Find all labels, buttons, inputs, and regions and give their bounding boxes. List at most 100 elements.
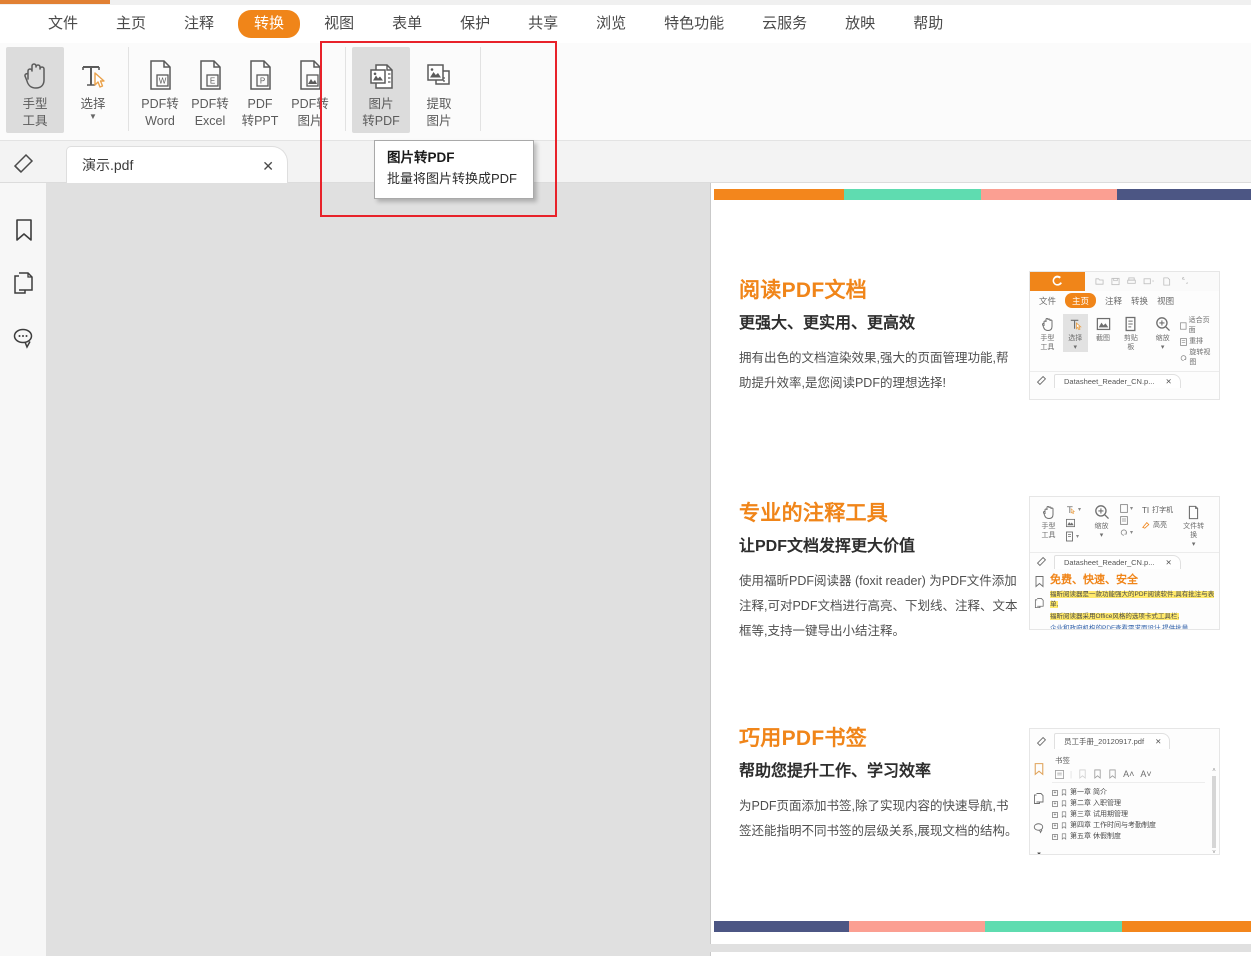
chevron-down-icon[interactable]: ▾ <box>1192 540 1196 549</box>
tooltip-image-to-pdf: 图片转PDF 批量将图片转换成PDF <box>374 140 534 199</box>
chevron-down-icon[interactable]: ▾ <box>1073 343 1077 352</box>
mini-menu-file[interactable]: 文件 <box>1039 295 1056 307</box>
bookmark-item[interactable]: + 第四章 工作时间与考勤制度 <box>1052 820 1205 831</box>
menu-tab-share[interactable]: 共享 <box>514 10 572 38</box>
zoom-in-icon <box>1094 502 1110 522</box>
mini-document-tab[interactable]: Datasheet_Reader_CN.p... ✕ <box>1054 374 1181 388</box>
mini-document-tab[interactable]: 员工手册_20120917.pdf ✕ <box>1054 733 1170 749</box>
mini-zoom-tool[interactable]: 缩放 ▾ <box>1088 502 1115 540</box>
mini-clipboard-row[interactable]: ▾ <box>1065 531 1081 542</box>
mini-bookmark-body: ▾ 书签 | A˄ A˅ <box>1030 750 1219 855</box>
pdf-to-excel-button[interactable]: E PDF转 Excel <box>185 47 235 133</box>
mini-rotate-view-option[interactable]: 旋转视图 <box>1180 348 1215 368</box>
close-icon[interactable]: ✕ <box>1165 558 1171 567</box>
mini-menu-comment[interactable]: 注释 <box>1105 295 1122 307</box>
mini-snapshot-tool[interactable]: 截图 <box>1091 314 1116 343</box>
bookmark-icon <box>1034 575 1045 588</box>
mini-menu-view[interactable]: 视图 <box>1157 295 1174 307</box>
mini-reflow-option[interactable]: 重排 <box>1180 337 1215 347</box>
mini-ribbon: 手型 工具 选择 ▾ 截图 <box>1030 310 1219 371</box>
bookmark-scrollbar[interactable]: ˄ ˅ <box>1209 750 1219 855</box>
foxit-logo-icon <box>1051 275 1064 288</box>
chevron-down-icon[interactable]: ▾ <box>1161 343 1165 352</box>
clipboard-icon <box>1124 314 1137 334</box>
menu-tab-help[interactable]: 帮助 <box>899 10 957 38</box>
bookmark-item[interactable]: + 第三章 试用期管理 <box>1052 809 1205 820</box>
sidebar-item-comment[interactable] <box>0 311 47 365</box>
mini-snapshot-row[interactable] <box>1065 518 1081 528</box>
mini-highlight-tool[interactable]: 高亮 <box>1142 520 1173 530</box>
pdf-page-2 <box>710 952 1251 956</box>
rotate-view-icon <box>1120 528 1128 537</box>
mini-menu-convert[interactable]: 转换 <box>1131 295 1148 307</box>
close-icon[interactable]: ✕ <box>1155 737 1161 746</box>
menu-tab-cloud[interactable]: 云服务 <box>748 10 821 38</box>
pencil-tool-icon[interactable] <box>10 150 38 174</box>
ribbon-divider-3 <box>480 47 481 131</box>
mini-file-convert-tool[interactable]: 文件转换 ▾ <box>1180 502 1207 549</box>
document-canvas[interactable]: 阅读PDF文档 更强大、更实用、更高效 拥有出色的文档渲染效果,强大的页面管理功… <box>47 183 1251 956</box>
mini-typewriter-tool[interactable]: TI 打字机 <box>1142 505 1173 515</box>
bookmark-icon <box>1061 800 1067 807</box>
sidebar-item-pages[interactable] <box>0 257 47 311</box>
mini-text-select-row[interactable]: ▾ <box>1065 504 1081 515</box>
mini-document-tab[interactable]: Datasheet_Reader_CN.p... ✕ <box>1054 555 1181 569</box>
mini-zoom-tool[interactable]: 缩放 ▾ <box>1150 314 1175 352</box>
pdf-to-image-button[interactable]: PDF转 图片 <box>285 47 335 133</box>
chevron-down-icon[interactable]: ▾ <box>1076 533 1079 540</box>
image-to-pdf-button[interactable]: 图片 转PDF <box>352 47 410 133</box>
menu-tab-form[interactable]: 表单 <box>378 10 436 38</box>
chevron-down-icon[interactable]: ▾ <box>1130 505 1133 512</box>
menu-tab-view[interactable]: 视图 <box>310 10 368 38</box>
mini-fit-page-row[interactable]: ▾ <box>1120 504 1133 513</box>
expand-icon[interactable]: + <box>1052 790 1058 796</box>
menu-tab-file[interactable]: 文件 <box>34 10 92 38</box>
menu-tab-features[interactable]: 特色功能 <box>650 10 738 38</box>
extract-image-button[interactable]: 提取 图片 <box>410 47 468 133</box>
pdf-to-word-button[interactable]: W PDF转 Word <box>135 47 185 133</box>
mini-menu-home[interactable]: 主页 <box>1065 293 1096 308</box>
hand-tool-button[interactable]: 手型 工具 <box>6 47 64 133</box>
mini-clipboard-tool[interactable]: 剪贴 板 <box>1118 314 1143 352</box>
pencil-tool-icon <box>1036 556 1047 567</box>
bookmark-item[interactable]: + 第二章 入职管理 <box>1052 798 1205 809</box>
close-icon[interactable]: ✕ <box>1165 377 1171 386</box>
mini-comment-ribbon: 手型 工具 ▾ <box>1030 497 1219 552</box>
expand-icon[interactable]: + <box>1052 823 1058 829</box>
menu-tab-comment[interactable]: 注释 <box>170 10 228 38</box>
page-viewport: 阅读PDF文档 更强大、更实用、更高效 拥有出色的文档渲染效果,强大的页面管理功… <box>710 183 1251 956</box>
pdf-to-image-label-1: PDF转 <box>291 97 329 112</box>
chevron-down-icon[interactable]: ▾ <box>1130 529 1133 536</box>
menu-tab-protect[interactable]: 保护 <box>446 10 504 38</box>
menu-tab-present[interactable]: 放映 <box>831 10 889 38</box>
menu-tab-browse[interactable]: 浏览 <box>582 10 640 38</box>
mini-hand-tool[interactable]: 手型 工具 <box>1035 314 1060 352</box>
new-bookmark-icon <box>1078 769 1087 779</box>
close-icon[interactable]: ✕ <box>262 158 274 175</box>
mini-reflow-row[interactable] <box>1120 516 1133 525</box>
mini-select-tool[interactable]: 选择 ▾ <box>1063 314 1088 352</box>
mini-rotate-row[interactable]: ▾ <box>1120 528 1133 537</box>
colorbar-seg-mint <box>985 921 1122 932</box>
expand-icon[interactable]: + <box>1052 812 1058 818</box>
expand-icon[interactable]: + <box>1052 834 1058 840</box>
embedded-screenshot-reader-comment: 手型 工具 ▾ <box>1029 496 1220 630</box>
select-tool-button[interactable]: 选择 ▼ <box>64 47 122 133</box>
chevron-down-icon[interactable]: ▼ <box>89 113 97 121</box>
document-tab[interactable]: 演示.pdf ✕ <box>66 146 288 183</box>
mini-hand-tool[interactable]: 手型 工具 <box>1035 502 1062 540</box>
bookmark-item[interactable]: + 第五章 休假制度 <box>1052 831 1205 842</box>
expand-icon[interactable]: + <box>1052 801 1058 807</box>
embedded-screenshot-reader-bookmark: 员工手册_20120917.pdf ✕ ▾ 书签 <box>1029 728 1220 855</box>
chevron-down-icon[interactable]: ▾ <box>1078 506 1081 513</box>
mini-fit-page-option[interactable]: 适合页面 <box>1180 316 1215 336</box>
mini-hand-label-1: 手型 <box>1040 334 1054 343</box>
menu-tab-home[interactable]: 主页 <box>102 10 160 38</box>
pdf-to-ppt-button[interactable]: P PDF 转PPT <box>235 47 285 133</box>
bookmark-item[interactable]: + 第一章 简介 <box>1052 787 1205 798</box>
chevron-down-icon[interactable]: ▾ <box>1100 531 1104 540</box>
menu-tab-convert[interactable]: 转换 <box>238 10 300 38</box>
print-icon <box>1127 277 1136 286</box>
sidebar-item-bookmark[interactable] <box>0 203 47 257</box>
chevron-down-icon[interactable]: ▾ <box>1037 850 1041 855</box>
